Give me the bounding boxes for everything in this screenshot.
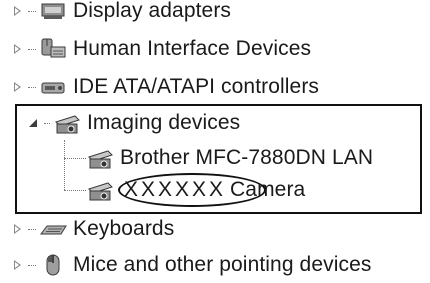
hid-icon [39, 36, 67, 62]
expand-arrow-icon[interactable] [12, 223, 24, 235]
tree-item-label: IDE ATA/ATAPI controllers [73, 75, 320, 98]
tree-item-label: Keyboards [73, 217, 175, 240]
tree-item-label: Human Interface Devices [73, 37, 312, 60]
keyboard-icon [39, 216, 67, 242]
tree-item-label: Mice and other pointing devices [73, 253, 372, 276]
expand-arrow-icon[interactable] [12, 43, 24, 55]
tree-item-ide-controllers[interactable]: IDE ATA/ATAPI controllers [12, 70, 319, 104]
expand-arrow-icon[interactable] [12, 81, 24, 93]
tree-connector [28, 86, 36, 88]
tree-item-keyboards[interactable]: Keyboards [12, 212, 174, 246]
tree-connector [28, 264, 36, 266]
tree-connector [28, 228, 36, 230]
tree-item-label: Display adapters [73, 0, 232, 22]
tree-item-mice[interactable]: Mice and other pointing devices [12, 248, 371, 282]
expand-arrow-icon[interactable] [12, 259, 24, 271]
tree-item-human-interface-devices[interactable]: Human Interface Devices [12, 32, 311, 66]
device-manager-tree: Display adapters Human Interface Devices [0, 0, 430, 283]
highlight-box-annotation [15, 104, 422, 214]
mouse-icon [39, 252, 67, 278]
ide-controller-icon [39, 74, 67, 100]
tree-item-display-adapters[interactable]: Display adapters [12, 0, 231, 28]
display-adapter-icon [39, 0, 67, 24]
expand-arrow-icon[interactable] [12, 5, 24, 17]
tree-connector [28, 48, 36, 50]
tree-connector [28, 10, 36, 12]
